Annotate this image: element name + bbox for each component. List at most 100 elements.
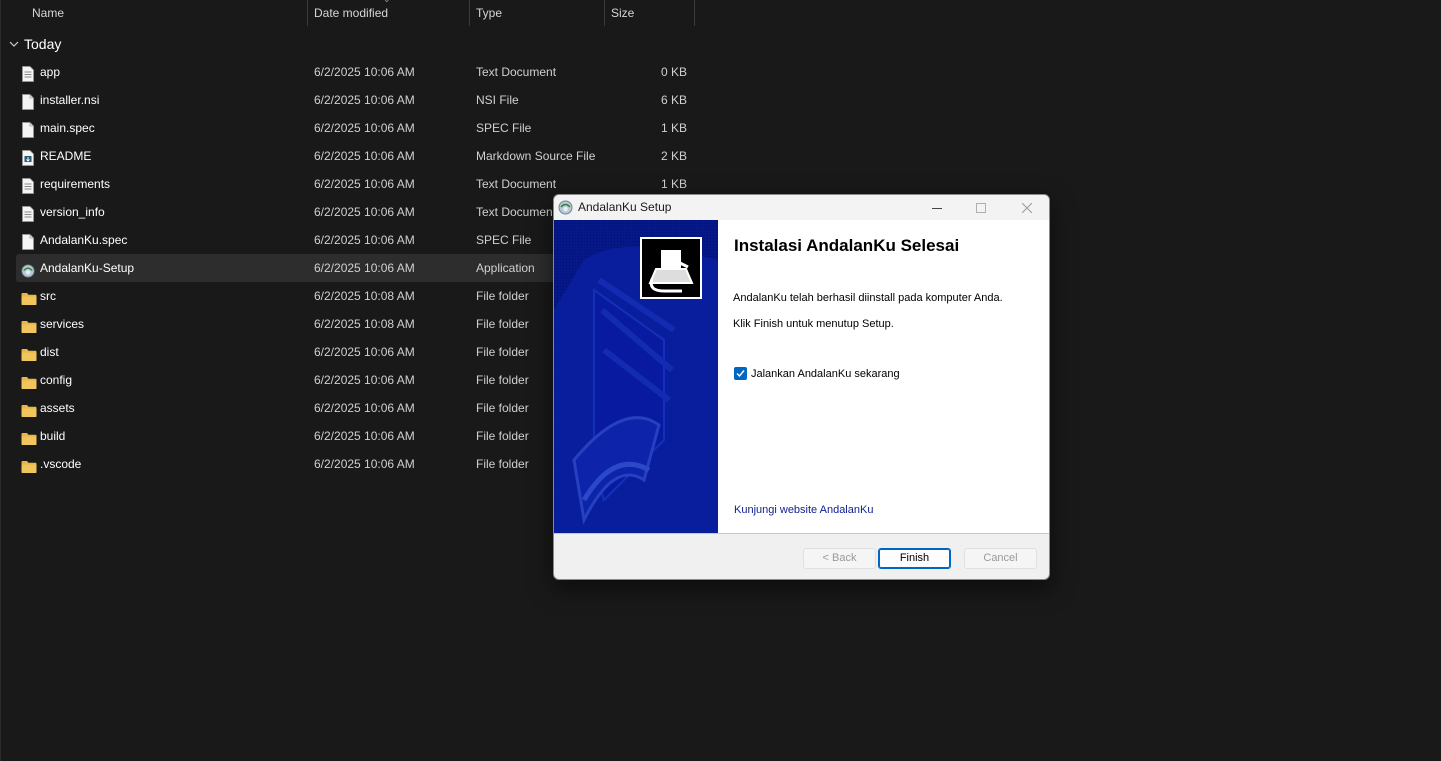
checkmark-icon: [736, 370, 745, 378]
group-label: Today: [24, 36, 62, 52]
column-divider[interactable]: [694, 0, 695, 26]
run-now-checkbox[interactable]: [734, 367, 747, 380]
file-type: Text Documen: [476, 205, 553, 219]
file-date-modified: 6/2/2025 10:06 AM: [314, 261, 415, 275]
text-file-icon: [21, 176, 35, 194]
minimize-button[interactable]: [914, 195, 960, 220]
file-date-modified: 6/2/2025 10:06 AM: [314, 149, 415, 163]
setup-dialog: AndalanKu Setup Instalasi AndalanKu Sele…: [553, 194, 1050, 580]
file-type: Markdown Source File: [476, 149, 596, 163]
website-link[interactable]: Kunjungi website AndalanKu: [734, 504, 873, 516]
file-row[interactable]: app 6/2/2025 10:06 AM Text Document 0 KB: [16, 58, 696, 86]
footer-divider: [554, 533, 1049, 534]
column-header: Name ⌄ Date modified Type Size: [0, 0, 696, 26]
column-date-modified[interactable]: Date modified: [314, 0, 388, 26]
file-name: services: [40, 317, 85, 331]
file-date-modified: 6/2/2025 10:06 AM: [314, 373, 415, 387]
file-type: Text Document: [476, 65, 557, 79]
file-date-modified: 6/2/2025 10:06 AM: [314, 65, 415, 79]
column-divider[interactable]: [307, 0, 308, 26]
run-now-checkbox-row[interactable]: Jalankan AndalanKu sekarang: [734, 367, 900, 380]
text-file-icon: [21, 204, 35, 222]
file-type: File folder: [476, 373, 529, 387]
file-type: File folder: [476, 457, 529, 471]
file-name: installer.nsi: [40, 93, 100, 107]
markdown-file-icon: [21, 148, 35, 166]
installer-logo: [640, 237, 702, 299]
file-name: src: [40, 289, 56, 303]
installer-app-icon: [558, 200, 573, 215]
page-title: Instalasi AndalanKu Selesai: [734, 236, 960, 255]
wizard-side-banner: [554, 220, 718, 534]
minimize-icon: [932, 207, 942, 209]
file-date-modified: 6/2/2025 10:06 AM: [314, 457, 415, 471]
file-name: README: [40, 149, 92, 163]
installer-box-icon: [648, 248, 694, 293]
close-icon: [1022, 202, 1032, 213]
file-icon: [21, 92, 35, 110]
file-date-modified: 6/2/2025 10:06 AM: [314, 205, 415, 219]
file-type: Application: [476, 261, 535, 275]
install-complete-text: AndalanKu telah berhasil diinstall pada …: [733, 292, 1003, 304]
column-type[interactable]: Type: [476, 0, 502, 26]
file-size: 2 KB: [660, 149, 687, 163]
run-now-label[interactable]: Jalankan AndalanKu sekarang: [751, 368, 900, 380]
file-name: config: [40, 373, 73, 387]
file-date-modified: 6/2/2025 10:06 AM: [314, 233, 415, 247]
folder-icon: [21, 456, 37, 473]
file-date-modified: 6/2/2025 10:06 AM: [314, 121, 415, 135]
file-type: File folder: [476, 289, 529, 303]
column-divider[interactable]: [604, 0, 605, 26]
close-button[interactable]: [1004, 195, 1049, 220]
folder-icon: [21, 288, 37, 305]
file-name: .vscode: [40, 457, 82, 471]
file-name: build: [40, 429, 66, 443]
folder-icon: [21, 428, 37, 445]
window-edge: [0, 0, 1, 761]
file-date-modified: 6/2/2025 10:06 AM: [314, 93, 415, 107]
folder-icon: [21, 316, 37, 333]
maximize-icon: [976, 202, 986, 213]
column-divider[interactable]: [469, 0, 470, 26]
file-date-modified: 6/2/2025 10:06 AM: [314, 177, 415, 191]
column-size[interactable]: Size: [611, 0, 634, 26]
text-file-icon: [21, 64, 35, 82]
back-button[interactable]: < Back: [803, 548, 876, 569]
group-header-today[interactable]: Today: [8, 33, 61, 55]
file-type: Text Document: [476, 177, 557, 191]
file-row[interactable]: README 6/2/2025 10:06 AM Markdown Source F…: [16, 142, 696, 170]
file-name: AndalanKu.spec: [40, 233, 128, 247]
file-name: version_info: [40, 205, 105, 219]
file-type: SPEC File: [476, 121, 532, 135]
folder-icon: [21, 344, 37, 361]
file-size: 6 KB: [660, 93, 687, 107]
dialog-titlebar[interactable]: AndalanKu Setup: [554, 195, 1049, 220]
finish-instruction-text: Klik Finish untuk menutup Setup.: [733, 318, 894, 330]
chevron-down-icon: [9, 41, 19, 47]
wizard-content: Instalasi AndalanKu Selesai AndalanKu te…: [718, 220, 1049, 534]
cancel-button[interactable]: Cancel: [964, 548, 1037, 569]
file-type: SPEC File: [476, 233, 532, 247]
file-date-modified: 6/2/2025 10:08 AM: [314, 317, 415, 331]
file-name: app: [40, 65, 61, 79]
file-name: main.spec: [40, 121, 95, 135]
file-row[interactable]: installer.nsi 6/2/2025 10:06 AM NSI File 6 …: [16, 86, 696, 114]
file-type: File folder: [476, 401, 529, 415]
file-row[interactable]: main.spec 6/2/2025 10:06 AM SPEC File 1 KB: [16, 114, 696, 142]
file-date-modified: 6/2/2025 10:06 AM: [314, 401, 415, 415]
column-name[interactable]: Name: [32, 0, 64, 26]
file-date-modified: 6/2/2025 10:06 AM: [314, 345, 415, 359]
file-size: 0 KB: [660, 65, 687, 79]
folder-icon: [21, 372, 37, 389]
file-date-modified: 6/2/2025 10:06 AM: [314, 429, 415, 443]
folder-icon: [21, 400, 37, 417]
finish-button[interactable]: Finish: [878, 548, 951, 569]
maximize-button[interactable]: [958, 195, 1004, 220]
file-date-modified: 6/2/2025 10:08 AM: [314, 289, 415, 303]
dialog-title: AndalanKu Setup: [578, 200, 672, 214]
file-icon: [21, 232, 35, 250]
file-size: 1 KB: [660, 121, 687, 135]
file-name: dist: [40, 345, 59, 359]
file-icon: [21, 120, 35, 138]
installer-app-icon: [21, 260, 35, 278]
